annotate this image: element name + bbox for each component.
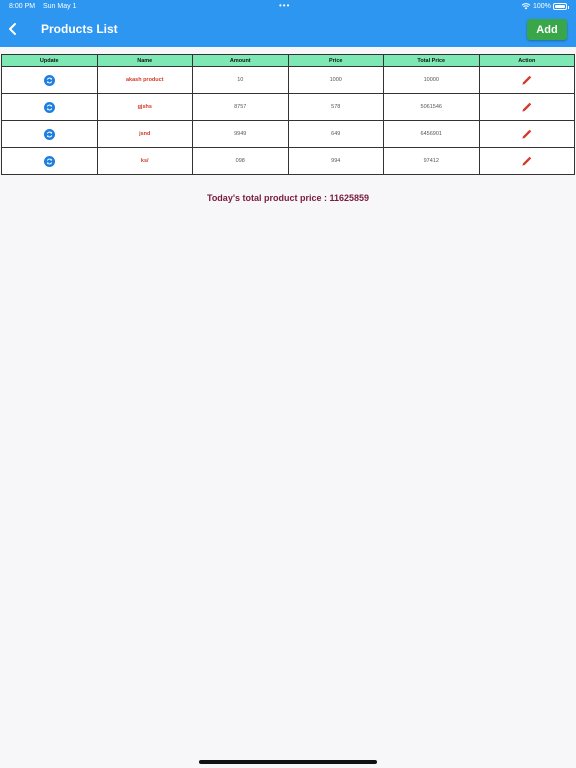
pencil-icon[interactable] (521, 129, 532, 140)
product-total-price: 6456901 (383, 120, 480, 148)
pencil-icon[interactable] (521, 156, 532, 167)
action-cell (478, 147, 575, 175)
update-cell (1, 66, 98, 94)
product-total-price: 10000 (383, 66, 480, 94)
page-title: Products List (41, 22, 118, 36)
action-cell (478, 120, 575, 148)
status-time: 8:00 PM (9, 3, 36, 10)
refresh-icon[interactable] (43, 74, 55, 86)
product-price: 578 (287, 93, 384, 121)
product-total-price: 97412 (383, 147, 480, 175)
table-row: gjshs 8757 578 5061546 (1, 93, 575, 121)
product-price: 649 (287, 120, 384, 148)
product-price: 1000 (287, 66, 384, 94)
pencil-icon[interactable] (521, 75, 532, 86)
column-header-update: Update (1, 54, 98, 67)
product-name: gjshs (96, 93, 193, 121)
product-price: 994 (287, 147, 384, 175)
total-price-summary: Today's total product price : 11625859 (206, 193, 370, 203)
product-amount: 8757 (192, 93, 289, 121)
add-product-button[interactable]: Add (527, 19, 567, 40)
column-header-name: Name (96, 54, 193, 67)
refresh-icon[interactable] (43, 155, 55, 167)
home-indicator[interactable] (199, 760, 377, 764)
table-row: ks/ 098 994 97412 (1, 147, 575, 175)
column-header-amount: Amount (192, 54, 289, 67)
table-row: jsnd 9949 649 6456901 (1, 120, 575, 148)
column-header-price: Price (287, 54, 384, 67)
action-cell (478, 93, 575, 121)
refresh-icon[interactable] (43, 128, 55, 140)
action-cell (478, 66, 575, 94)
product-amount: 098 (192, 147, 289, 175)
product-name: ks/ (96, 147, 193, 175)
product-total-price: 5061546 (383, 93, 480, 121)
table-row: akash product 10 1000 10000 (1, 66, 575, 94)
column-header-action: Action (478, 54, 575, 67)
wifi-icon (521, 3, 531, 10)
chevron-left-icon[interactable] (6, 21, 20, 37)
products-table: Update Name Amount Price Total Price Act… (1, 54, 575, 175)
column-header-total-price: Total Price (383, 54, 480, 67)
update-cell (1, 147, 98, 175)
product-name: jsnd (96, 120, 193, 148)
update-cell (1, 120, 98, 148)
product-amount: 9949 (192, 120, 289, 148)
product-amount: 10 (192, 66, 289, 94)
table-header-row: Update Name Amount Price Total Price Act… (1, 54, 575, 67)
status-bar: 8:00 PM Sun May 1 ••• 100% (0, 0, 576, 14)
product-name: akash product (96, 66, 193, 94)
multitasking-dots[interactable]: ••• (279, 1, 290, 10)
battery-percent: 100% (533, 3, 551, 10)
battery-icon (553, 3, 569, 10)
refresh-icon[interactable] (43, 101, 55, 113)
pencil-icon[interactable] (521, 102, 532, 113)
update-cell (1, 93, 98, 121)
status-date: Sun May 1 (43, 3, 77, 10)
